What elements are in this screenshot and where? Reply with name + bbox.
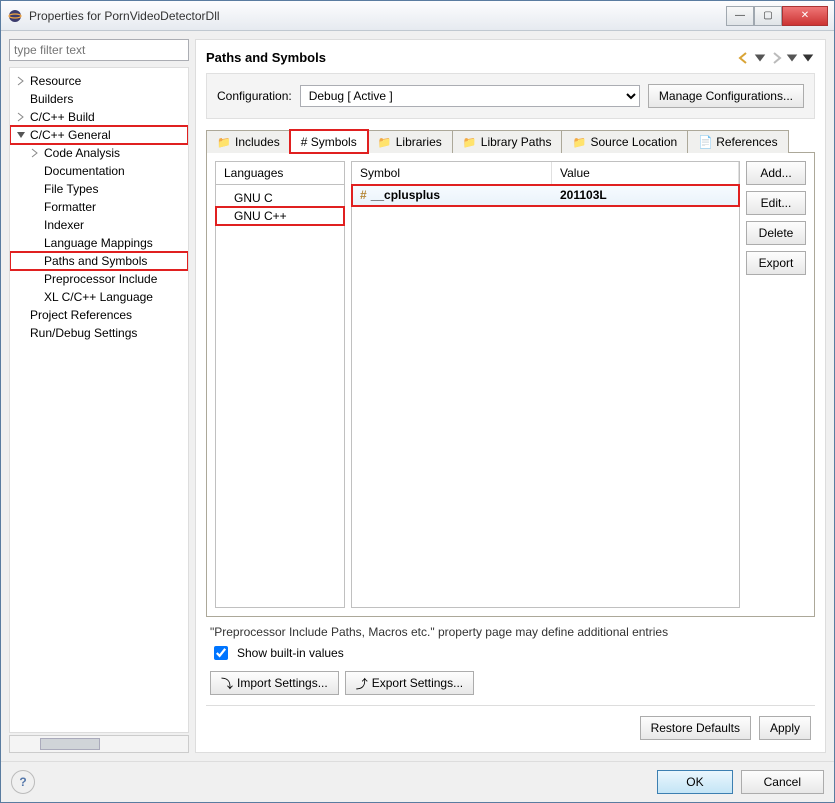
language-item[interactable]: GNU C++	[216, 207, 344, 225]
language-item[interactable]: GNU C	[216, 189, 344, 207]
dropdown-icon[interactable]	[753, 51, 767, 65]
dialog-footer: ? OK Cancel	[1, 761, 834, 802]
builtin-row: Show built-in values	[206, 641, 815, 671]
tree-item-langmappings[interactable]: Language Mappings	[10, 234, 188, 252]
right-pane: Paths and Symbols Configuration: Debug […	[195, 39, 826, 753]
tree-item-filetypes[interactable]: File Types	[10, 180, 188, 198]
configuration-label: Configuration:	[217, 89, 292, 103]
tree-item-xlcclanguage[interactable]: XL C/C++ Language	[10, 288, 188, 306]
import-settings-button[interactable]: ⤵Import Settings...	[210, 671, 339, 695]
symbols-header: Symbol Value	[352, 162, 739, 185]
forward-icon[interactable]	[769, 51, 783, 65]
languages-column: Languages GNU C GNU C++	[215, 161, 345, 608]
nav-icons	[737, 51, 815, 65]
tab-librarypaths[interactable]: Library Paths	[452, 130, 563, 153]
manage-configurations-button[interactable]: Manage Configurations...	[648, 84, 804, 108]
tree-item-documentation[interactable]: Documentation	[10, 162, 188, 180]
property-tree[interactable]: Resource Builders C/C++ Build C/C++ Gene…	[9, 67, 189, 733]
titlebar: Properties for PornVideoDetectorDll — ▢ …	[1, 1, 834, 31]
window-title: Properties for PornVideoDetectorDll	[29, 9, 726, 23]
collapse-icon	[16, 130, 26, 140]
restore-defaults-button[interactable]: Restore Defaults	[640, 716, 751, 740]
ok-button[interactable]: OK	[657, 770, 732, 794]
help-button[interactable]: ?	[11, 770, 35, 794]
filter-input[interactable]	[9, 39, 189, 61]
folder-icon	[378, 135, 392, 149]
import-icon: ⤵	[221, 675, 233, 692]
tab-libraries[interactable]: Libraries	[367, 130, 453, 153]
separator	[206, 705, 815, 706]
folder-icon	[217, 135, 231, 149]
export-settings-button[interactable]: ⤴Export Settings...	[345, 671, 474, 695]
scroll-thumb[interactable]	[40, 738, 100, 750]
back-icon[interactable]	[737, 51, 751, 65]
import-export-row: ⤵Import Settings... ⤴Export Settings...	[206, 671, 815, 701]
tree-item-pathssymbols[interactable]: Paths and Symbols	[10, 252, 188, 270]
languages-header: Languages	[216, 162, 344, 185]
show-builtin-checkbox[interactable]	[214, 646, 228, 660]
tree-item-resource[interactable]: Resource	[10, 72, 188, 90]
dropdown-icon[interactable]	[785, 51, 799, 65]
tab-bar: Includes # Symbols Libraries Library Pat…	[206, 129, 815, 153]
expand-icon	[16, 76, 26, 86]
properties-dialog: Properties for PornVideoDetectorDll — ▢ …	[0, 0, 835, 803]
page-header: Paths and Symbols	[206, 50, 815, 65]
dialog-body: Resource Builders C/C++ Build C/C++ Gene…	[1, 31, 834, 761]
add-button[interactable]: Add...	[746, 161, 806, 185]
cancel-button[interactable]: Cancel	[741, 770, 824, 794]
page-buttons: Restore Defaults Apply	[206, 710, 815, 746]
tree-item-ccbuild[interactable]: C/C++ Build	[10, 108, 188, 126]
tree-item-projectrefs[interactable]: Project References	[10, 306, 188, 324]
minimize-button[interactable]: —	[726, 6, 754, 26]
references-icon: 📄	[698, 135, 712, 149]
delete-button[interactable]: Delete	[746, 221, 806, 245]
expand-icon	[30, 148, 40, 158]
page-title: Paths and Symbols	[206, 50, 326, 65]
symbols-table: Symbol Value #__cplusplus 201103L	[351, 161, 740, 608]
tree-item-formatter[interactable]: Formatter	[10, 198, 188, 216]
languages-list[interactable]: GNU C GNU C++	[216, 185, 344, 607]
define-icon: #	[360, 188, 367, 202]
show-builtin-label: Show built-in values	[237, 646, 344, 660]
folder-icon	[463, 135, 477, 149]
tree-item-indexer[interactable]: Indexer	[10, 216, 188, 234]
apply-button[interactable]: Apply	[759, 716, 811, 740]
tree-item-rundebug[interactable]: Run/Debug Settings	[10, 324, 188, 342]
tree-item-codeanalysis[interactable]: Code Analysis	[10, 144, 188, 162]
folder-icon	[572, 135, 586, 149]
tab-sourcelocation[interactable]: Source Location	[561, 130, 688, 153]
tree-item-ccgeneral[interactable]: C/C++ General	[10, 126, 188, 144]
tree-item-builders[interactable]: Builders	[10, 90, 188, 108]
edit-button[interactable]: Edit...	[746, 191, 806, 215]
symbol-row[interactable]: #__cplusplus 201103L	[352, 185, 739, 206]
tab-content: Languages GNU C GNU C++ Symbol Value #__…	[206, 153, 815, 617]
tab-references[interactable]: 📄References	[687, 130, 788, 153]
window-controls: — ▢ ✕	[726, 6, 828, 26]
close-button[interactable]: ✕	[782, 6, 828, 26]
expand-icon	[16, 112, 26, 122]
tree-item-preprocessor[interactable]: Preprocessor Include	[10, 270, 188, 288]
symbol-buttons: Add... Edit... Delete Export	[746, 161, 806, 608]
note-text: "Preprocessor Include Paths, Macros etc.…	[206, 617, 815, 641]
ok-cancel-group: OK Cancel	[657, 770, 824, 794]
tab-symbols[interactable]: # Symbols	[290, 130, 368, 153]
left-pane: Resource Builders C/C++ Build C/C++ Gene…	[9, 39, 189, 753]
export-icon: ⤴	[356, 675, 368, 692]
menu-dropdown-icon[interactable]	[801, 51, 815, 65]
configuration-row: Configuration: Debug [ Active ] Manage C…	[206, 73, 815, 119]
tab-includes[interactable]: Includes	[206, 130, 291, 153]
maximize-button[interactable]: ▢	[754, 6, 782, 26]
eclipse-icon	[7, 8, 23, 24]
configuration-select[interactable]: Debug [ Active ]	[300, 85, 640, 107]
export-button[interactable]: Export	[746, 251, 806, 275]
tree-hscrollbar[interactable]	[9, 735, 189, 753]
col-symbol: Symbol	[352, 162, 552, 184]
col-value: Value	[552, 162, 739, 184]
